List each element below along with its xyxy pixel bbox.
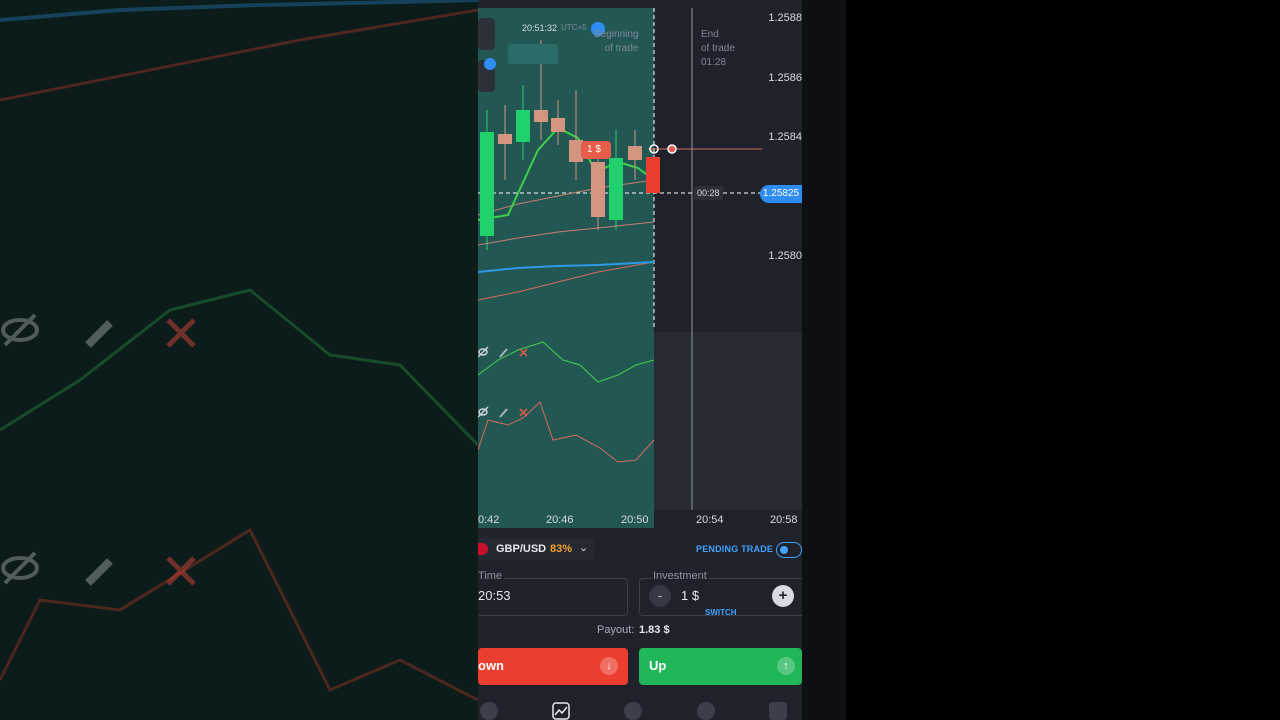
arrow-up-icon: ↑ [777, 657, 795, 675]
pending-trade-toggle[interactable] [776, 542, 802, 558]
time-tick: 20:54 [696, 514, 724, 526]
decrease-investment-button[interactable]: - [649, 585, 671, 607]
trade-zone [478, 8, 654, 528]
pending-trade-label: PENDING TRADE [696, 544, 774, 554]
payout-label: Payout: [597, 624, 635, 636]
tools-badge [484, 58, 496, 70]
background-blur-left [0, 0, 478, 720]
beginning-of-trade-label: Beginning of trade [594, 29, 639, 54]
price-tick: 1.2584 [768, 131, 802, 143]
flag-icon [478, 543, 488, 555]
up-button-label: Up [649, 658, 667, 673]
time-tick: 20:58 [770, 514, 798, 526]
profile-icon[interactable] [624, 702, 642, 720]
indicator-pane-bg [654, 332, 802, 510]
chevron-down-icon: ⌄ [579, 542, 589, 554]
arrow-down-icon: ↓ [600, 657, 618, 675]
asset-selector[interactable]: GBP/USD 83% ⌄ [478, 538, 594, 560]
menu-chip[interactable] [478, 18, 495, 50]
time-field-label: Time [478, 570, 505, 582]
asset-name: GBP/USD [496, 543, 547, 555]
bottom-nav [478, 696, 802, 720]
price-chart[interactable]: 1.2588 1.2586 1.2584 1.2580 1.25825 00:2… [478, 0, 802, 530]
toggle-knob [780, 546, 788, 554]
current-price-badge: 1.25825 [760, 185, 802, 203]
up-button[interactable]: Up ↑ [639, 648, 802, 685]
time-field-value: 20:53 [478, 588, 511, 603]
time-tick: 20:50 [621, 514, 649, 526]
open-bet-badge[interactable]: 1 $ [581, 141, 611, 159]
investment-field-label: Investment [651, 570, 709, 582]
asset-payout-percent: 83% [550, 543, 573, 555]
drawing-tools-chip[interactable] [508, 44, 558, 64]
trading-app-screen: 1.2588 1.2586 1.2584 1.2580 1.25825 00:2… [478, 0, 802, 720]
time-tick: 0:42 [478, 514, 500, 526]
down-button[interactable]: own ↓ [478, 648, 628, 685]
more-icon[interactable] [769, 702, 787, 720]
time-tick: 20:46 [546, 514, 574, 526]
switch-button[interactable]: SWITCH [705, 608, 737, 617]
background-right-strip [802, 0, 846, 720]
price-tick: 1.2588 [768, 12, 802, 24]
server-clock: 20:51:32 [522, 23, 558, 33]
price-tick: 1.2586 [768, 72, 802, 84]
down-button-label: own [478, 658, 504, 673]
help-icon[interactable] [480, 702, 498, 720]
price-tick: 1.2580 [768, 250, 802, 262]
countdown-timer: 00:28 [694, 186, 723, 200]
gear-icon[interactable] [697, 702, 715, 720]
background-chart-blur [0, 0, 478, 720]
background-right [802, 0, 1280, 720]
payout-value: 1.83 $ [639, 624, 670, 636]
increase-investment-button[interactable]: + [772, 585, 794, 607]
chart-icon[interactable] [552, 702, 570, 720]
chart-canvas [478, 8, 802, 528]
investment-value: 1 $ [681, 588, 700, 603]
timezone-label: UTC+5 [561, 23, 587, 32]
end-of-trade-label: End of trade 01:28 [701, 29, 735, 68]
